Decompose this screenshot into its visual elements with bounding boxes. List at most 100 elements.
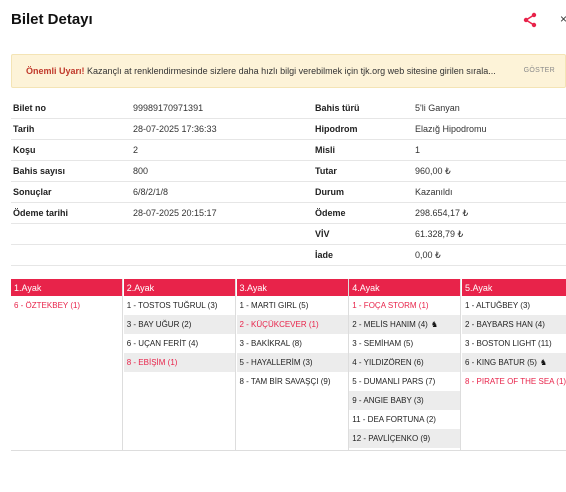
ticket-details-table: Bilet no 99989170971391 Bahis türü 5'li Gan… <box>11 98 566 266</box>
horse-item: 1 - TOSTOS TUĞRUL (3) <box>124 296 235 315</box>
header: Bilet Detayı × <box>0 0 566 42</box>
horse-item: 3 - BOSTON LIGHT (11) <box>462 334 566 353</box>
detail-value: Kazanıldı <box>415 187 453 197</box>
horse-item: 6 - UÇAN FERİT (4) <box>124 334 235 353</box>
legs-table: 1.Ayak 6 - ÖZTEKBEY (1) 2.Ayak 1 - TOSTOS T… <box>11 279 566 451</box>
horse-name: 12 - PAVLİÇENKO (9) <box>352 434 431 443</box>
horse-name: 1 - TOSTOS TUĞRUL (3) <box>126 301 218 310</box>
horse-item: 2 - BAYBARS HAN (4) <box>462 315 566 334</box>
detail-value: 298.654,17 ₺ <box>415 207 469 218</box>
details-row: Koşu 2 Misli 1 <box>11 140 566 161</box>
horse-item: 3 - SEMİHAM (5) <box>349 334 460 353</box>
detail-value: 99989170971391 <box>133 103 204 113</box>
leg-header: 4.Ayak <box>349 279 461 296</box>
horse-name: 2 - KÜÇÜKCEVER (1) <box>239 320 319 329</box>
detail-value: 800 <box>133 166 149 176</box>
detail-label: Tarih <box>13 124 35 134</box>
leg-column: 4.Ayak 1 - FOÇA STORM (1) 2 - MELİS HANIM … <box>349 279 462 451</box>
leg-header: 1.Ayak <box>11 279 122 296</box>
details-row: Bilet no 99989170971391 Bahis türü 5'li Gan… <box>11 98 566 119</box>
horse-item: 9 - ANGIE BABY (3) <box>349 391 461 410</box>
detail-label: Ödeme <box>315 208 346 218</box>
leg-column: 5.Ayak 1 - ALTUĞBEY (3) 2 - BAYBARS HAN (4… <box>462 279 566 451</box>
show-button[interactable]: GÖSTER <box>524 67 555 74</box>
horse-name: 3 - BAKİKRAL (8) <box>239 339 302 348</box>
close-icon[interactable]: × <box>560 12 566 26</box>
horse-name: 8 - TAM BİR SAVAŞÇI (9) <box>239 377 331 386</box>
details-row: Bahis sayısı 800 Tutar 960,00 ₺ <box>11 161 566 182</box>
details-row: VİV 61.328,79 ₺ <box>11 224 566 245</box>
detail-value: 28-07-2025 20:15:17 <box>133 208 217 218</box>
details-row: İade 0,00 ₺ <box>11 245 566 266</box>
detail-label: Tutar <box>315 166 337 176</box>
detail-label: Koşu <box>13 145 36 155</box>
horse-name: 5 - DUMANLI PARS (7) <box>352 377 436 386</box>
detail-value: 28-07-2025 17:36:33 <box>133 124 217 134</box>
detail-value: 0,00 ₺ <box>415 249 441 260</box>
horse-item: 5 - DUMANLI PARS (7) <box>349 372 460 391</box>
detail-label: Bahis sayısı <box>13 166 66 176</box>
detail-label: Bilet no <box>13 103 46 113</box>
horse-item: 5 - HAYALLERİM (3) <box>236 353 348 372</box>
horse-name: 1 - MARTI GIRL (5) <box>239 301 309 310</box>
leg-column: 2.Ayak 1 - TOSTOS TUĞRUL (3) 3 - BAY UĞUR … <box>123 279 236 451</box>
detail-value: Elazığ Hipodromu <box>415 124 487 134</box>
horse-name: 2 - BAYBARS HAN (4) <box>465 320 545 329</box>
leg-column: 1.Ayak 6 - ÖZTEKBEY (1) <box>11 279 123 451</box>
warning-banner: Önemli Uyarı! Kazançlı at renklendirmesi… <box>11 54 566 88</box>
detail-label: Bahis türü <box>315 103 360 113</box>
detail-value: 6/8/2/1/8 <box>133 187 169 197</box>
horse-item: 3 - BAKİKRAL (8) <box>237 334 348 353</box>
horse-name: 3 - BAY UĞUR (2) <box>126 320 192 329</box>
detail-label: Durum <box>315 187 344 197</box>
warning-message: Kazançlı at renklendirmesinde sizlere da… <box>87 66 496 76</box>
horse-name: 1 - FOÇA STORM (1) <box>352 301 429 310</box>
leg-column: 3.Ayak 1 - MARTI GIRL (5) 2 - KÜÇÜKCEVER (… <box>236 279 349 451</box>
horse-name: 11 - DEA FORTUNA (2) <box>352 415 436 424</box>
horse-item: 2 - MELİS HANIM (4) ♞ <box>349 315 461 334</box>
horse-item: 6 - ÖZTEKBEY (1) <box>11 296 122 315</box>
detail-label: Ödeme tarihi <box>13 208 69 218</box>
share-icon[interactable] <box>522 12 538 28</box>
leg-header: 2.Ayak <box>123 279 235 296</box>
horse-name: 2 - MELİS HANIM (4) <box>352 320 428 329</box>
detail-value: 5'li Ganyan <box>415 103 460 113</box>
horse-item: 1 - FOÇA STORM (1) <box>349 296 460 315</box>
leg-header: 3.Ayak <box>236 279 348 296</box>
horse-name: 1 - ALTUĞBEY (3) <box>465 301 531 310</box>
detail-label: İade <box>315 250 334 260</box>
horse-name: 4 - YILDIZÖREN (6) <box>352 358 424 367</box>
horse-item: 11 - DEA FORTUNA (2) <box>349 410 460 429</box>
details-row: Tarih 28-07-2025 17:36:33 Hipodrom Elazığ H… <box>11 119 566 140</box>
horse-icon: ♞ <box>539 358 548 367</box>
horse-name: 5 - HAYALLERİM (3) <box>239 358 313 367</box>
horse-item: 12 - PAVLİÇENKO (9) <box>349 429 461 448</box>
horse-item: 6 - KING BATUR (5) ♞ <box>462 353 566 372</box>
horse-name: 8 - EBİŞİM (1) <box>126 358 178 367</box>
details-row: Sonuçlar 6/8/2/1/8 Durum Kazanıldı <box>11 182 566 203</box>
detail-label: Hipodrom <box>315 124 358 134</box>
horse-item: 4 - YILDIZÖREN (6) <box>349 353 461 372</box>
detail-value: 61.328,79 ₺ <box>415 228 464 239</box>
horse-name: 3 - SEMİHAM (5) <box>352 339 414 348</box>
detail-label: Misli <box>315 145 336 155</box>
horse-item: 1 - MARTI GIRL (5) <box>237 296 348 315</box>
details-row: Ödeme tarihi 28-07-2025 20:15:17 Ödeme 298.… <box>11 203 566 224</box>
horse-name: 6 - KING BATUR (5) <box>465 358 537 367</box>
warning-text: Önemli Uyarı! Kazançlı at renklendirmesi… <box>26 66 518 76</box>
horse-item: 2 - KÜÇÜKCEVER (1) <box>236 315 348 334</box>
horse-name: 3 - BOSTON LIGHT (11) <box>465 339 552 348</box>
horse-item: 8 - TAM BİR SAVAŞÇI (9) <box>237 372 348 391</box>
leg-header: 5.Ayak <box>462 279 566 296</box>
horse-name: 6 - UÇAN FERİT (4) <box>126 339 199 348</box>
detail-label: Sonuçlar <box>13 187 52 197</box>
horse-item: 8 - PIRATE OF THE SEA (1) <box>462 372 566 391</box>
page-title: Bilet Detayı <box>11 11 93 28</box>
warning-title: Önemli Uyarı! <box>26 66 85 76</box>
horse-item: 3 - BAY UĞUR (2) <box>123 315 235 334</box>
detail-value: 1 <box>415 145 421 155</box>
horse-name: 6 - ÖZTEKBEY (1) <box>14 301 81 310</box>
horse-name: 9 - ANGIE BABY (3) <box>352 396 424 405</box>
detail-label: VİV <box>315 229 330 239</box>
detail-value: 2 <box>133 145 139 155</box>
